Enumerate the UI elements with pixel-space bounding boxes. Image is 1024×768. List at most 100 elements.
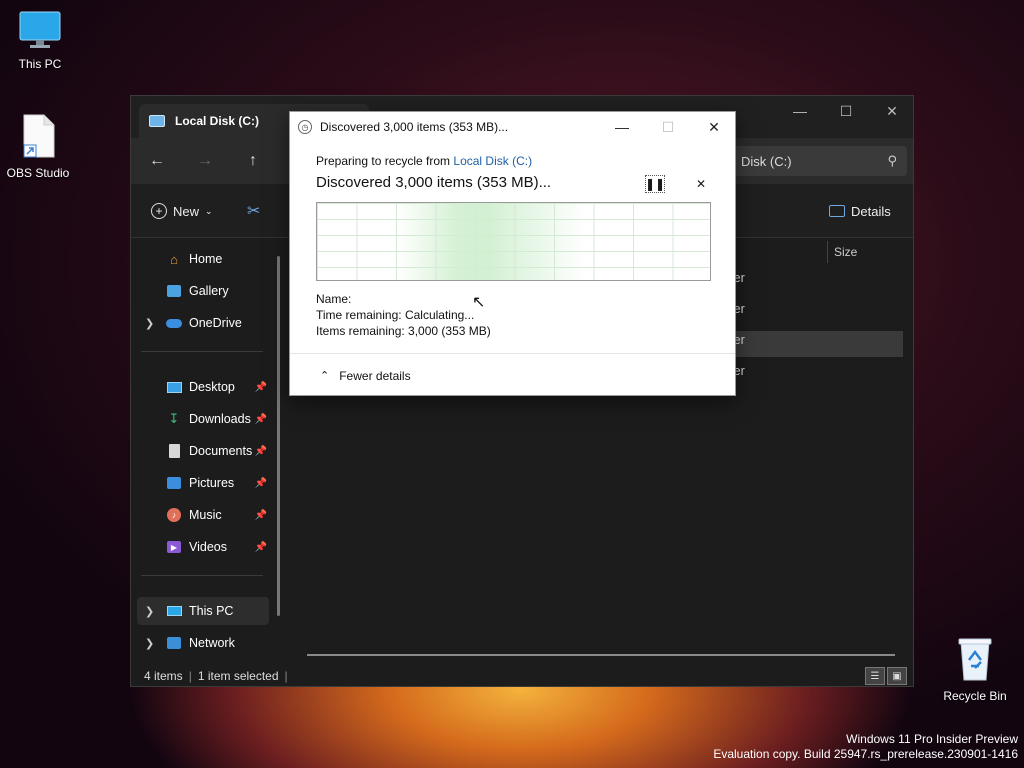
column-header-label: Size xyxy=(834,245,858,259)
column-header-size[interactable]: Size xyxy=(827,241,913,263)
monitor-icon xyxy=(165,603,183,619)
desktop-icon-this-pc[interactable]: This PC xyxy=(0,10,80,71)
desktop-icon-label: OBS Studio xyxy=(6,166,70,180)
close-button[interactable]: ✕ xyxy=(869,96,915,126)
up-button[interactable]: ↑ xyxy=(239,148,267,174)
sidebar-item-pictures[interactable]: Pictures 📌 xyxy=(137,469,269,497)
pin-icon: 📌 xyxy=(254,477,267,489)
details-view-button[interactable]: ☰ xyxy=(865,667,885,685)
sidebar-item-label: Desktop xyxy=(189,380,235,394)
name-label: Name: xyxy=(316,292,352,306)
pin-icon: 📌 xyxy=(254,413,267,425)
tiles-view-button[interactable]: ▣ xyxy=(887,667,907,685)
sidebar-item-label: Pictures xyxy=(189,476,235,490)
sidebar-item-documents[interactable]: Documents 📌 xyxy=(137,437,269,465)
progress-headline: Discovered 3,000 items (353 MB)... xyxy=(316,174,552,191)
sidebar-item-gallery[interactable]: Gallery xyxy=(137,277,269,305)
shortcut-file-icon xyxy=(23,114,55,158)
pin-icon: 📌 xyxy=(254,541,267,553)
fewer-details-toggle[interactable]: ⌃ Fewer details xyxy=(290,353,735,397)
minimize-button[interactable]: — xyxy=(777,96,823,126)
chevron-up-icon: ⌃ xyxy=(320,370,330,382)
sidebar-item-home[interactable]: ⌂ Home xyxy=(137,245,269,273)
details-label: Details xyxy=(851,203,891,219)
sidebar-item-desktop[interactable]: Desktop 📌 xyxy=(137,373,269,401)
status-divider: | xyxy=(188,669,192,683)
sidebar-item-label: Videos xyxy=(189,540,227,554)
recycle-bin-icon xyxy=(958,638,992,681)
sidebar-item-label: Network xyxy=(189,636,235,650)
watermark-line-1: Windows 11 Pro Insider Preview xyxy=(846,732,1018,746)
picture-icon xyxy=(165,475,183,491)
details-pane-button[interactable]: Details xyxy=(829,198,891,224)
download-icon: ↧ xyxy=(168,411,180,426)
search-icon: ⚲ xyxy=(887,153,897,168)
sidebar-item-label: Documents xyxy=(189,444,253,458)
video-icon: ▶ xyxy=(165,539,183,555)
sidebar-item-label: Music xyxy=(189,508,222,522)
dialog-title-bar: ◷ Discovered 3,000 items (353 MB)... — ☐… xyxy=(290,112,735,142)
maximize-button[interactable]: ☐ xyxy=(823,96,869,126)
back-button[interactable]: ← xyxy=(143,148,171,174)
cloud-icon xyxy=(165,315,183,331)
navigation-scrollbar[interactable] xyxy=(277,256,280,616)
cancel-button[interactable]: ✕ xyxy=(691,175,711,193)
sidebar-item-music[interactable]: ♪ Music 📌 xyxy=(137,501,269,529)
drive-icon xyxy=(149,115,165,127)
dialog-title: Discovered 3,000 items (353 MB)... xyxy=(320,120,509,134)
items-label: Items remaining: xyxy=(316,324,405,338)
sidebar-item-this-pc[interactable]: ❯ This PC xyxy=(137,597,269,625)
gallery-icon xyxy=(165,283,183,299)
desktop-icon-obs-studio[interactable]: OBS Studio xyxy=(0,113,78,180)
network-icon xyxy=(165,635,183,651)
item-count: 4 items xyxy=(144,669,183,683)
plus-circle-icon: + xyxy=(151,203,167,219)
address-search-box[interactable]: Disk (C:) ⚲ xyxy=(731,146,907,176)
horizontal-scrollbar[interactable] xyxy=(307,654,895,656)
desktop-icon-recycle-bin[interactable]: Recycle Bin xyxy=(935,636,1015,703)
sidebar-item-label: Downloads xyxy=(189,412,251,426)
preparing-line: Preparing to recycle from Local Disk (C:… xyxy=(316,154,532,168)
home-icon: ⌂ xyxy=(170,251,178,267)
address-text: Disk (C:) xyxy=(741,153,792,169)
dialog-close-button[interactable]: ✕ xyxy=(692,112,736,142)
tab-title: Local Disk (C:) xyxy=(175,114,260,128)
pause-button[interactable]: ❚❚ xyxy=(645,175,665,193)
new-button[interactable]: + New ⌄ xyxy=(151,198,213,224)
cut-button[interactable]: ✂ xyxy=(247,198,260,224)
chevron-right-icon: ❯ xyxy=(145,605,155,618)
sidebar-item-onedrive[interactable]: ❯ OneDrive xyxy=(137,309,269,337)
new-label: New xyxy=(173,203,200,219)
selection-count: 1 item selected xyxy=(197,669,279,683)
sidebar-item-label: OneDrive xyxy=(189,316,242,330)
sidebar-item-network[interactable]: ❯ Network xyxy=(137,629,269,657)
time-value: Calculating... xyxy=(404,308,475,322)
chevron-right-icon: ❯ xyxy=(145,637,155,650)
document-icon xyxy=(165,443,183,459)
view-toggle: ☰ ▣ xyxy=(865,667,907,685)
close-icon: ✕ xyxy=(695,177,707,191)
fewer-details-label: Fewer details xyxy=(339,368,411,383)
chevron-down-icon: ⌄ xyxy=(205,205,213,216)
sidebar-item-label: Home xyxy=(189,252,223,266)
time-label: Time remaining: xyxy=(316,308,402,322)
status-divider: | xyxy=(284,669,288,683)
pin-icon: 📌 xyxy=(254,445,267,457)
dialog-minimize-button[interactable]: — xyxy=(600,112,644,142)
sidebar-item-downloads[interactable]: ↧ Downloads 📌 xyxy=(137,405,269,433)
desktop-icon-label: This PC xyxy=(18,57,62,71)
desktop-icon-label: Recycle Bin xyxy=(943,689,1007,703)
items-value: 3,000 (353 MB) xyxy=(408,324,491,338)
source-link[interactable]: Local Disk (C:) xyxy=(453,154,532,168)
navigation-pane: ⌂ Home Gallery ❯ OneDrive Desktop 📌 ↧ Do… xyxy=(131,239,281,664)
details-pane-icon xyxy=(829,205,845,217)
progress-graph xyxy=(316,202,711,281)
monitor-icon xyxy=(19,11,61,48)
scissors-icon: ✂ xyxy=(247,203,261,220)
forward-button[interactable]: → xyxy=(191,148,219,174)
watermark-line-2: Evaluation copy. Build 25947.rs_prerelea… xyxy=(713,747,1018,761)
sidebar-item-label: Gallery xyxy=(189,284,229,298)
evaluation-watermark: Windows 11 Pro Insider Preview Evaluatio… xyxy=(713,732,1018,762)
sidebar-item-videos[interactable]: ▶ Videos 📌 xyxy=(137,533,269,561)
arrow-up-icon: ↑ xyxy=(249,152,257,169)
